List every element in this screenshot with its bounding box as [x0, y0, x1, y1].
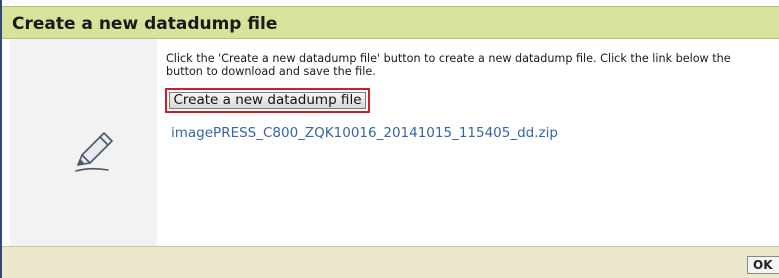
datadump-dialog: Create a new datadump file Click the 'Cr…: [0, 0, 779, 278]
dialog-title: Create a new datadump file: [12, 14, 278, 34]
dialog-footer: OK: [2, 246, 779, 278]
datadump-file-link[interactable]: imagePRESS_C800_ZQK10016_20141015_115405…: [171, 125, 558, 141]
content-area: Click the 'Create a new datadump file' b…: [157, 39, 779, 246]
ok-button[interactable]: OK: [747, 256, 779, 274]
create-datadump-button[interactable]: Create a new datadump file: [169, 92, 366, 109]
title-bar: Create a new datadump file: [2, 6, 779, 39]
icon-pane: [10, 39, 157, 246]
pencil-icon: [75, 132, 113, 172]
button-highlight: Create a new datadump file: [165, 88, 370, 113]
instructions-text: Click the 'Create a new datadump file' b…: [166, 52, 731, 78]
